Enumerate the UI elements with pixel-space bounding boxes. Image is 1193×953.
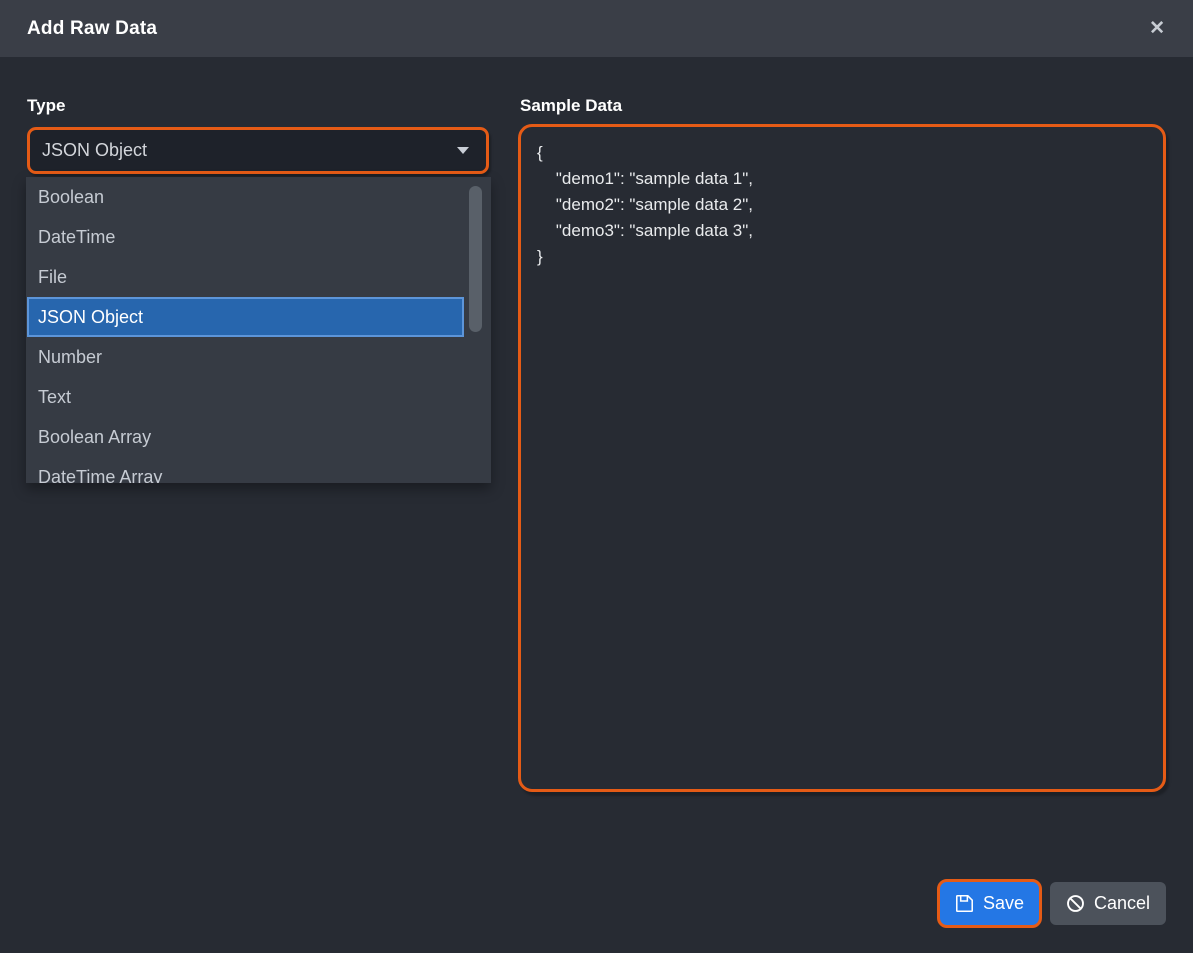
cancel-button-label: Cancel	[1094, 893, 1150, 914]
type-option[interactable]: JSON Object	[27, 297, 464, 337]
type-option[interactable]: File	[26, 257, 491, 297]
dialog-title: Add Raw Data	[27, 18, 157, 40]
add-raw-data-dialog: Add Raw Data ✕ Type JSON Object BooleanD…	[0, 0, 1193, 953]
chevron-down-icon	[457, 147, 469, 154]
type-select[interactable]: JSON Object	[27, 127, 489, 174]
save-button[interactable]: Save	[937, 879, 1042, 928]
type-options-list: BooleanDateTimeFileJSON ObjectNumberText…	[26, 177, 491, 483]
save-icon	[955, 894, 974, 913]
sample-data-input[interactable]: { "demo1": "sample data 1", "demo2": "sa…	[518, 124, 1166, 792]
type-option[interactable]: DateTime Array	[26, 457, 491, 483]
scrollbar-thumb[interactable]	[469, 186, 482, 332]
type-option[interactable]: Number	[26, 337, 491, 377]
dialog-actions: Save Cancel	[937, 879, 1166, 928]
close-icon[interactable]: ✕	[1145, 15, 1169, 42]
type-option[interactable]: Text	[26, 377, 491, 417]
type-select-value: JSON Object	[42, 140, 147, 161]
cancel-button[interactable]: Cancel	[1050, 882, 1166, 925]
dialog-header: Add Raw Data ✕	[0, 0, 1193, 57]
save-button-label: Save	[983, 893, 1024, 914]
sample-data-label: Sample Data	[520, 96, 622, 116]
type-option[interactable]: Boolean	[26, 177, 491, 217]
type-option[interactable]: Boolean Array	[26, 417, 491, 457]
ban-icon	[1066, 894, 1085, 913]
type-label: Type	[27, 96, 65, 116]
type-option[interactable]: DateTime	[26, 217, 491, 257]
scrollbar[interactable]	[471, 177, 488, 483]
